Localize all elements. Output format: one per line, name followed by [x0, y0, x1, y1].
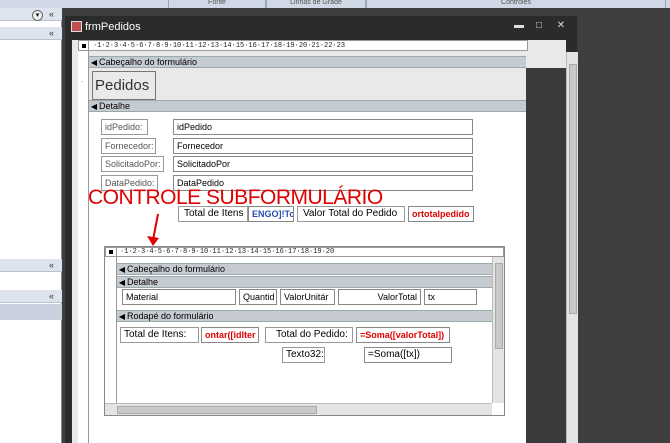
- header-title-label[interactable]: Pedidos: [92, 71, 156, 100]
- textbox-solicitadopor[interactable]: SolicitadoPor: [173, 156, 473, 172]
- textbox-idpedido[interactable]: idPedido: [173, 119, 473, 135]
- subform-label-total-pedido[interactable]: Total do Pedido:: [265, 327, 353, 343]
- textbox-total-itens[interactable]: ENGO]!Tc: [248, 206, 294, 222]
- subform-horizontal-ruler: ·1·2·3·4·5·6·7·8·9·10·11·12·13·14·15·16·…: [105, 247, 504, 257]
- label-idpedido[interactable]: idPedido:: [101, 119, 148, 135]
- nav-group-content: [0, 304, 62, 320]
- ribbon-group-linhas-de-grade[interactable]: Linhas de Grade: [266, 0, 366, 8]
- subform-textbox-total-pedido[interactable]: =Soma([valorTotal]): [356, 327, 450, 343]
- form-icon: [71, 21, 82, 32]
- nav-group-header-3[interactable]: «: [0, 290, 62, 303]
- maximize-button[interactable]: □: [531, 19, 547, 33]
- form-background-area: [526, 68, 566, 443]
- nav-dropdown-icon[interactable]: ▾: [32, 10, 43, 21]
- navigation-pane: ▾ « « « «: [0, 8, 62, 443]
- window-titlebar: frmPedidos ▬ □ ✕: [65, 16, 577, 38]
- label-fornecedor[interactable]: Fornecedor:: [101, 138, 156, 154]
- textbox-valor-total-pedido[interactable]: ortotalpedido: [408, 206, 474, 222]
- section-bar-detail[interactable]: ◀ Detalhe: [89, 100, 526, 112]
- ribbon-strip: Fonte Linhas de Grade Controles: [0, 0, 670, 8]
- subform-field-material[interactable]: Material: [122, 289, 236, 305]
- nav-group-chevron-icon[interactable]: «: [49, 27, 54, 40]
- subform-horizontal-scrollbar[interactable]: [105, 403, 492, 415]
- label-solicitadopor[interactable]: SolicitadoPor:: [101, 156, 164, 172]
- nav-group-chevron-icon-3[interactable]: «: [49, 290, 54, 303]
- nav-group-header[interactable]: «: [0, 27, 62, 40]
- collapse-nav-chevron-icon[interactable]: «: [49, 8, 54, 21]
- nav-group-header-2[interactable]: «: [0, 259, 62, 272]
- subform-ruler-corner[interactable]: [105, 247, 117, 257]
- subform-field-valortotal[interactable]: ValorTotal: [338, 289, 421, 305]
- subform-section-bar-footer[interactable]: ◀ Rodapé do formulário: [117, 310, 492, 322]
- subform-vertical-scrollbar[interactable]: [492, 257, 504, 403]
- section-header-label: Cabeçalho do formulário: [99, 57, 198, 67]
- minimize-button[interactable]: ▬: [511, 19, 527, 33]
- section-bar-header[interactable]: ◀ Cabeçalho do formulário: [89, 56, 526, 68]
- section-arrow-icon: ◀: [90, 58, 98, 67]
- subform-vertical-ruler: [105, 257, 117, 403]
- subform-field-valorunitario[interactable]: ValorUnitár: [280, 289, 335, 305]
- vertical-ruler: ·: [78, 51, 89, 443]
- window-title: frmPedidos: [85, 21, 141, 33]
- subform-section-bar-detail[interactable]: ◀ Detalhe: [117, 276, 492, 288]
- subform-hscroll-thumb[interactable]: [117, 406, 317, 414]
- textbox-fornecedor[interactable]: Fornecedor: [173, 138, 473, 154]
- subform-vscroll-thumb[interactable]: [495, 263, 503, 349]
- subform-textbox-total-itens[interactable]: ontar([idIter: [201, 327, 259, 343]
- ribbon-group-fonte[interactable]: Fonte: [168, 0, 266, 8]
- subform-header-label: Cabeçalho do formulário: [127, 264, 226, 274]
- subform-field-tx[interactable]: tx: [424, 289, 477, 305]
- label-total-itens[interactable]: Total de Itens: [178, 206, 248, 222]
- subform-section-arrow-icon-footer: ◀: [118, 312, 126, 321]
- subform-footer-label: Rodapé do formulário: [127, 311, 214, 321]
- ribbon-group-controles[interactable]: Controles: [366, 0, 666, 8]
- ruler-extension: [526, 51, 566, 66]
- subform-field-quantidade[interactable]: Quantid: [239, 289, 277, 305]
- ruler-corner[interactable]: [78, 40, 89, 51]
- subform-section-arrow-icon: ◀: [118, 265, 126, 274]
- annotation-arrow-icon: [147, 213, 159, 246]
- close-button[interactable]: ✕: [553, 19, 569, 33]
- subform-detail-label: Detalhe: [127, 277, 159, 287]
- nav-group-chevron-icon-2[interactable]: «: [49, 259, 54, 272]
- main-vscroll-thumb[interactable]: [569, 64, 577, 314]
- subform-section-arrow-icon-detail: ◀: [118, 278, 126, 287]
- subform-section-bar-header[interactable]: ◀ Cabeçalho do formulário: [117, 263, 492, 275]
- section-arrow-icon-detail: ◀: [90, 102, 98, 111]
- subform-label-texto32[interactable]: Texto32:: [282, 347, 325, 363]
- main-vertical-scrollbar[interactable]: [566, 52, 578, 443]
- subform-label-total-itens[interactable]: Total de Itens:: [120, 327, 199, 343]
- label-valor-total-pedido[interactable]: Valor Total do Pedido: [297, 206, 405, 222]
- section-detail-label: Detalhe: [99, 101, 131, 111]
- subform-textbox-texto32[interactable]: =Soma([tx]): [364, 347, 452, 363]
- horizontal-ruler: ·1·2·3·4·5·6·7·8·9·10·11·12·13·14·15·16·…: [78, 40, 528, 51]
- nav-top-bar: ▾ «: [0, 8, 62, 21]
